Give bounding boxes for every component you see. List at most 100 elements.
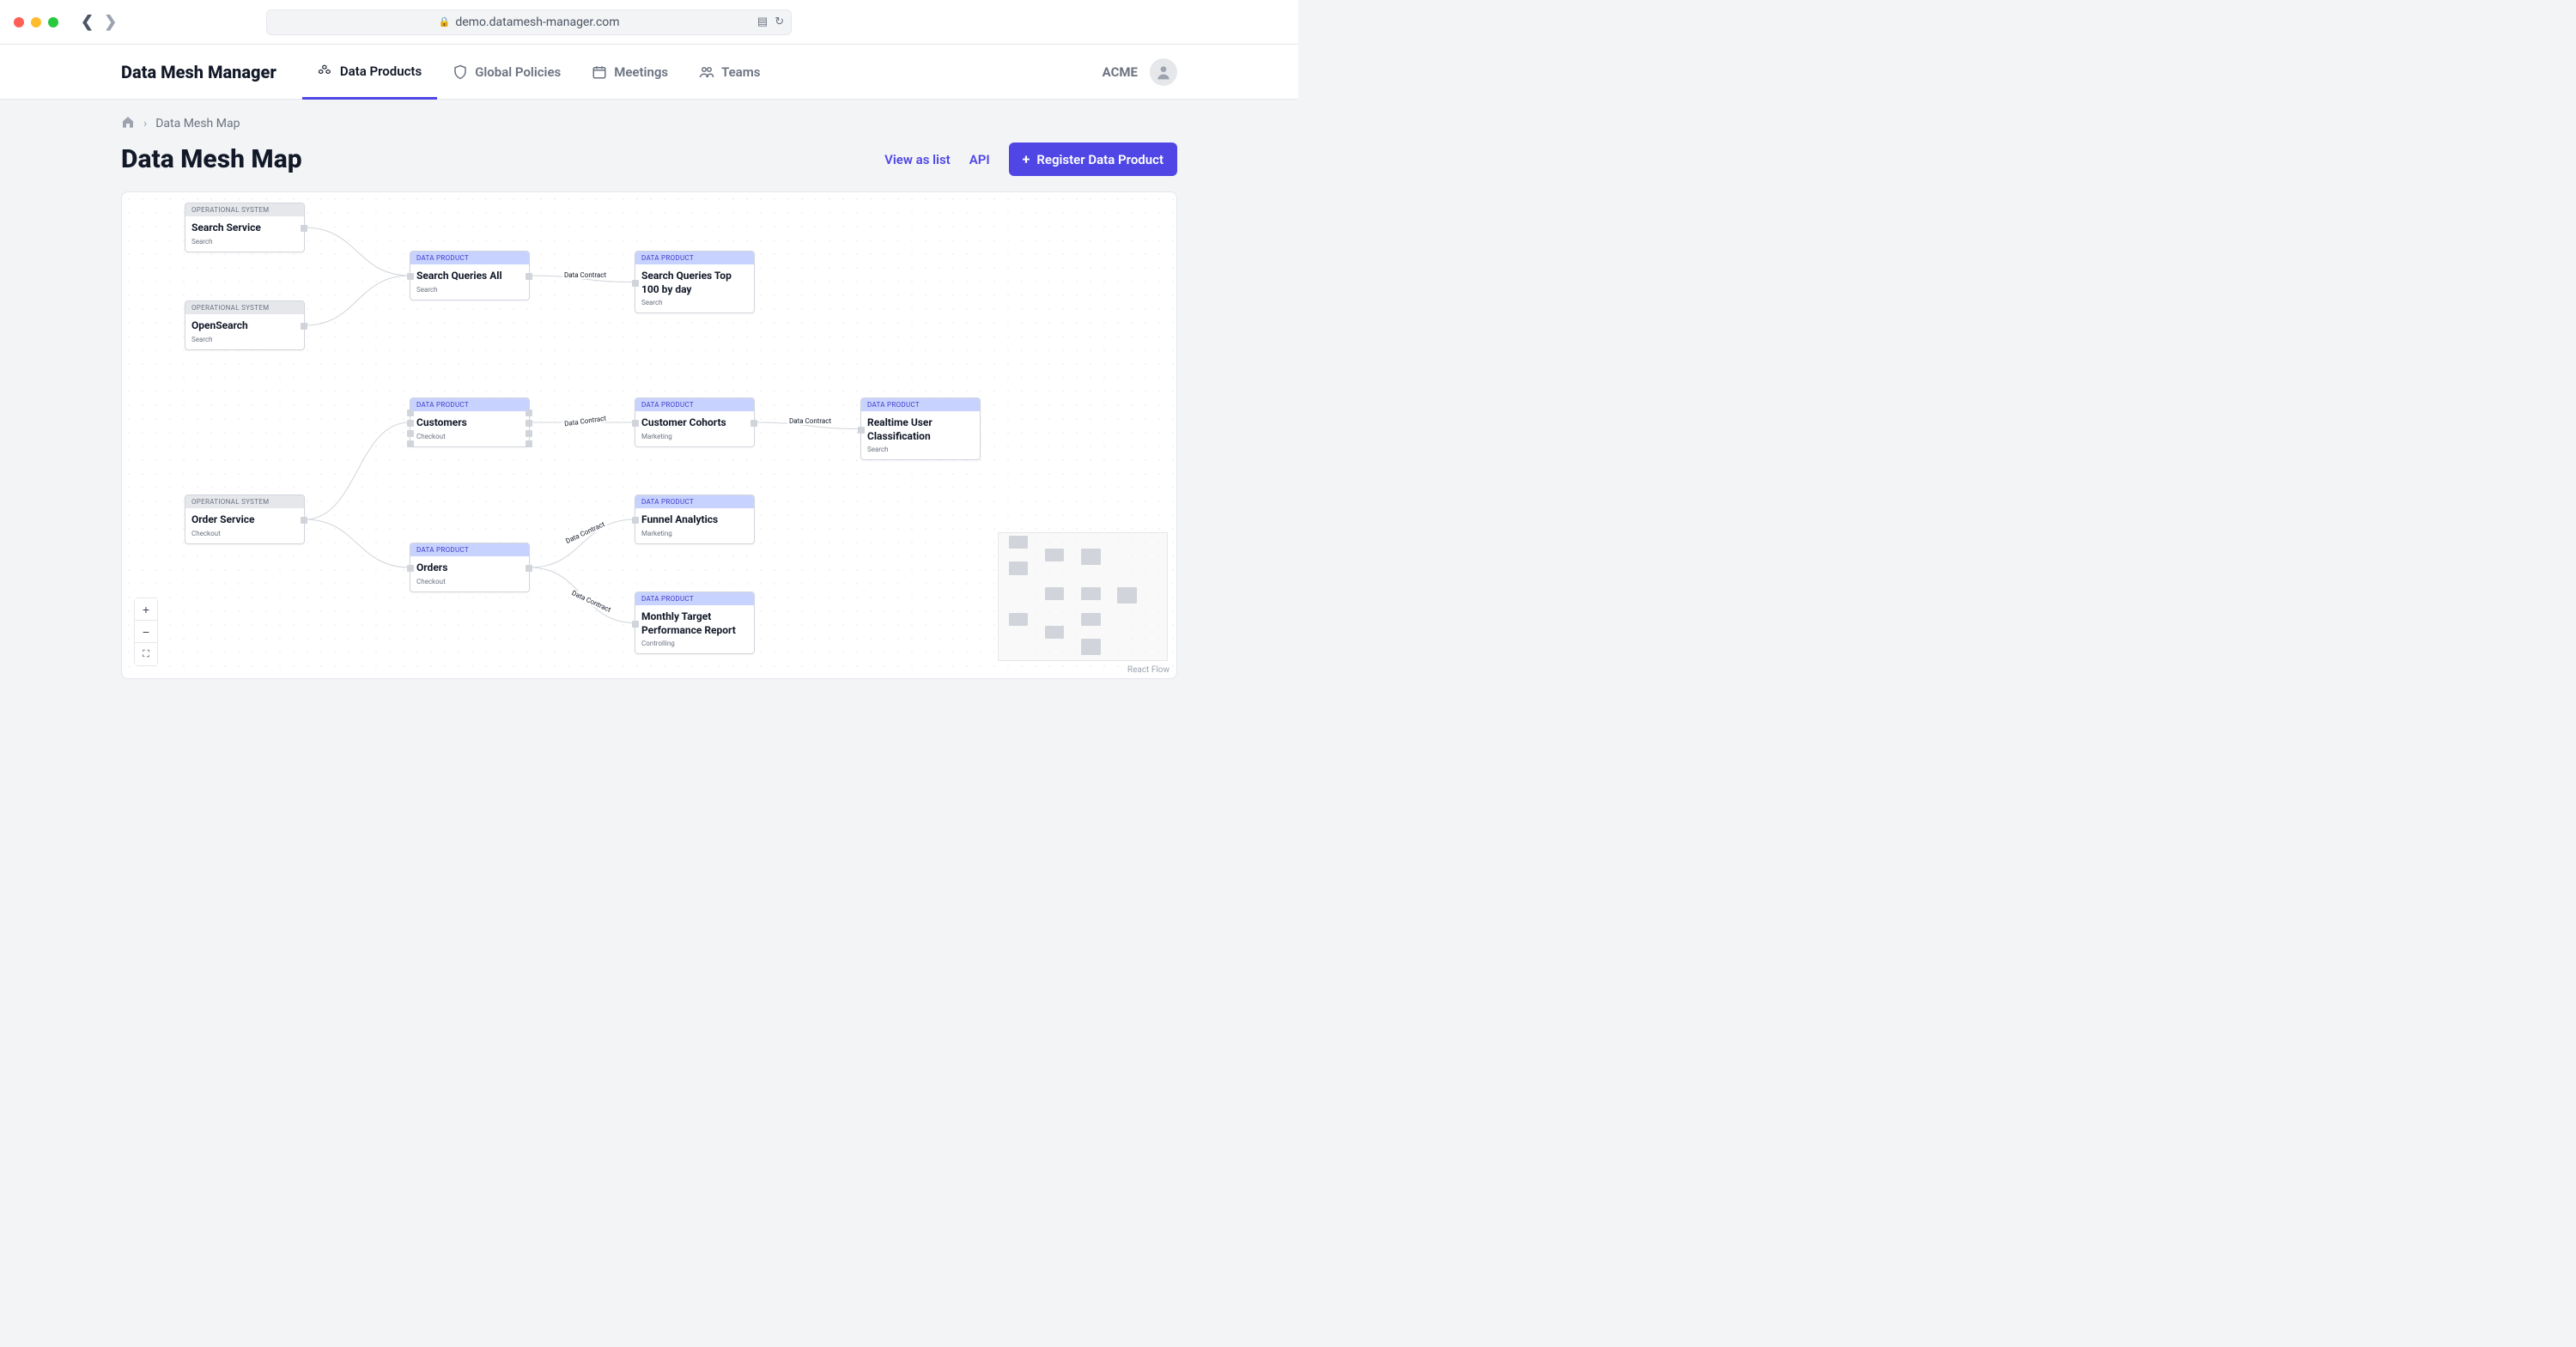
- node-title: Search Service: [191, 221, 298, 235]
- nav-label: Meetings: [614, 64, 668, 80]
- minimap-node: [1009, 561, 1029, 574]
- handle-in[interactable]: [632, 517, 639, 524]
- zoom-out-button[interactable]: −: [135, 621, 157, 643]
- handle-out[interactable]: [526, 420, 532, 427]
- nav-data-products[interactable]: Data Products: [302, 46, 437, 100]
- node-title: Customer Cohorts: [641, 416, 748, 430]
- minimap-node: [1081, 613, 1101, 626]
- forward-button: ❯: [104, 13, 117, 31]
- handle-in[interactable]: [632, 280, 639, 287]
- handle-in[interactable]: [858, 427, 865, 434]
- nav-meetings[interactable]: Meetings: [576, 45, 683, 99]
- url-bar[interactable]: 🔒 demo.datamesh-manager.com ▤ ↻: [266, 9, 792, 35]
- maximize-window-icon[interactable]: [48, 17, 58, 27]
- shield-icon: [453, 64, 468, 80]
- window-controls: [14, 17, 58, 27]
- handle-extra[interactable]: [407, 430, 414, 437]
- handle-in[interactable]: [632, 420, 639, 427]
- nav-teams[interactable]: Teams: [683, 45, 775, 99]
- node-title: OpenSearch: [191, 319, 298, 333]
- minimap[interactable]: [998, 532, 1168, 661]
- org-switcher[interactable]: ACME: [1103, 64, 1138, 80]
- node-customers[interactable]: DATA PRODUCTCustomersCheckout: [410, 397, 530, 447]
- calendar-icon: [592, 64, 607, 80]
- fit-view-button[interactable]: ⛶: [135, 643, 157, 665]
- register-data-product-button[interactable]: + Register Data Product: [1009, 143, 1177, 176]
- minimap-node: [1045, 549, 1065, 561]
- zoom-in-button[interactable]: +: [135, 598, 157, 621]
- node-funnel-analytics[interactable]: DATA PRODUCTFunnel AnalyticsMarketing: [635, 495, 755, 544]
- handle-out[interactable]: [750, 420, 757, 427]
- handle-in[interactable]: [407, 565, 414, 572]
- node-type-label: OPERATIONAL SYSTEM: [185, 495, 304, 508]
- chevron-right-icon: ›: [143, 117, 147, 130]
- node-type-label: OPERATIONAL SYSTEM: [185, 203, 304, 216]
- handle-in[interactable]: [407, 420, 414, 427]
- node-customer-cohorts[interactable]: DATA PRODUCTCustomer CohortsMarketing: [635, 397, 755, 447]
- handle-out[interactable]: [526, 273, 532, 280]
- handle-extra[interactable]: [526, 440, 532, 447]
- minimap-node: [1117, 587, 1137, 604]
- user-avatar[interactable]: [1150, 58, 1177, 86]
- edge-label: Data Contract: [787, 417, 833, 425]
- handle-extra[interactable]: [407, 410, 414, 416]
- nav-label: Global Policies: [475, 64, 561, 80]
- node-realtime-classification[interactable]: DATA PRODUCTRealtime User Classification…: [860, 397, 981, 460]
- node-subtitle: Search: [191, 336, 298, 343]
- minimap-node: [1009, 613, 1029, 626]
- node-search-queries-all[interactable]: DATA PRODUCTSearch Queries AllSearch: [410, 251, 530, 300]
- node-title: Realtime User Classification: [867, 416, 974, 443]
- handle-out[interactable]: [301, 225, 307, 232]
- back-button[interactable]: ❮: [81, 13, 94, 31]
- node-title: Search Queries Top 100 by day: [641, 270, 748, 296]
- handle-out[interactable]: [526, 565, 532, 572]
- top-navigation: Data Mesh Manager Data Products Global P…: [0, 45, 1298, 100]
- node-type-label: DATA PRODUCT: [635, 252, 754, 264]
- node-order-service[interactable]: OPERATIONAL SYSTEMOrder ServiceCheckout: [185, 495, 305, 544]
- page-title: Data Mesh Map: [121, 144, 302, 174]
- translate-icon[interactable]: ▤: [757, 15, 768, 28]
- node-opensearch[interactable]: OPERATIONAL SYSTEM OpenSearch Search: [185, 300, 305, 350]
- nav-label: Data Products: [340, 64, 422, 79]
- node-type-label: DATA PRODUCT: [635, 495, 754, 508]
- node-subtitle: Search: [867, 446, 974, 453]
- breadcrumb: › Data Mesh Map: [121, 115, 1177, 132]
- minimap-node: [1081, 639, 1101, 655]
- node-subtitle: Checkout: [191, 530, 298, 537]
- register-button-label: Register Data Product: [1036, 152, 1163, 167]
- minimize-window-icon[interactable]: [31, 17, 41, 27]
- node-monthly-report[interactable]: DATA PRODUCTMonthly Target Performance R…: [635, 592, 755, 654]
- home-icon[interactable]: [121, 115, 135, 132]
- handle-out[interactable]: [301, 323, 307, 330]
- node-type-label: OPERATIONAL SYSTEM: [185, 301, 304, 314]
- flow-canvas[interactable]: OPERATIONAL SYSTEMSearch ServiceSearchOP…: [121, 191, 1177, 679]
- handle-out[interactable]: [301, 517, 307, 524]
- node-orders[interactable]: DATA PRODUCTOrdersCheckout: [410, 543, 530, 592]
- handle-extra[interactable]: [407, 440, 414, 447]
- plus-icon: +: [1023, 151, 1030, 167]
- node-title: Search Queries All: [416, 270, 523, 283]
- handle-extra[interactable]: [526, 430, 532, 437]
- node-subtitle: Marketing: [641, 433, 748, 440]
- breadcrumb-current[interactable]: Data Mesh Map: [155, 117, 240, 130]
- handle-in[interactable]: [407, 273, 414, 280]
- handle-extra[interactable]: [526, 410, 532, 416]
- close-window-icon[interactable]: [14, 17, 24, 27]
- reload-icon[interactable]: ↻: [775, 15, 784, 28]
- brand[interactable]: Data Mesh Manager: [121, 62, 276, 82]
- node-subtitle: Search: [191, 238, 298, 246]
- node-subtitle: Checkout: [416, 433, 523, 440]
- edge-label: Data Contract: [562, 271, 608, 279]
- nav-global-policies[interactable]: Global Policies: [437, 45, 576, 99]
- handle-in[interactable]: [632, 621, 639, 628]
- node-subtitle: Controlling: [641, 640, 748, 647]
- nav-label: Teams: [721, 64, 760, 80]
- flow-controls: + − ⛶: [134, 598, 158, 666]
- minimap-node: [1045, 626, 1065, 639]
- api-link[interactable]: API: [969, 152, 990, 167]
- node-type-label: DATA PRODUCT: [410, 398, 529, 411]
- view-as-list-link[interactable]: View as list: [884, 152, 951, 167]
- node-search-queries-top[interactable]: DATA PRODUCT Search Queries Top 100 by da…: [635, 251, 755, 313]
- node-search-service[interactable]: OPERATIONAL SYSTEM Search Service Search: [185, 203, 305, 252]
- people-icon: [699, 64, 714, 80]
